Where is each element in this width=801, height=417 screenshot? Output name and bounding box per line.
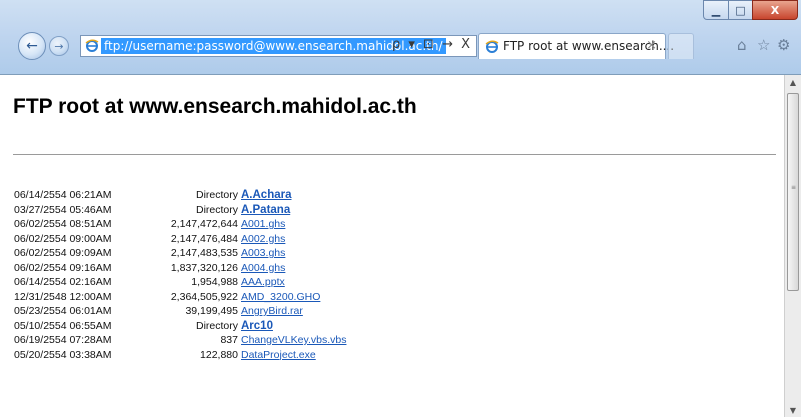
entry-link[interactable]: Arc10 [241,319,273,334]
browser-chrome: ▁ □ X ← → ftp://username:password@www.en… [0,0,801,75]
horizontal-rule [13,154,776,155]
page-title: FTP root at www.ensearch.mahidol.ac.th [13,95,417,118]
entry-date: 06/14/2554 02:16AM [14,276,112,288]
entry-link[interactable]: A003.ghs [241,246,285,261]
entry-date: 05/23/2554 06:01AM [14,305,112,317]
entry-date: 06/19/2554 07:28AM [14,334,112,346]
entry-link[interactable]: AMD_3200.GHO [241,290,320,305]
entry-date: 06/02/2554 08:51AM [14,218,112,230]
toolbar-icons: ⌂ ☆ ⚙ [737,36,797,56]
forward-button[interactable]: → [49,36,69,56]
entry-size: 1,954,988 [191,276,238,288]
entry-date: 06/14/2554 06:21AM [14,189,112,201]
back-arrow-icon: ← [26,38,38,54]
entry-size: 2,364,505,922 [170,290,238,303]
entry-size: 2,147,476,484 [170,232,238,245]
ie-page-icon [85,39,99,52]
entry-link[interactable]: A004.ghs [241,261,285,276]
forward-arrow-icon: → [54,39,64,53]
entry-size: 1,837,320,126 [170,261,238,274]
entry-size: Directory [195,189,238,201]
minimize-button[interactable]: ▁ [703,0,729,20]
entry-date: 06/02/2554 09:09AM [14,247,112,259]
entry-size: Directory [195,319,238,332]
entry-link[interactable]: AAA.pptx [241,275,285,290]
tab-ftp-root[interactable]: FTP root at www.ensearch.... × [478,33,674,59]
entry-date: 06/02/2554 09:16AM [14,261,112,274]
ie-tab-icon [485,40,499,53]
vertical-scrollbar[interactable]: ▲ ≡ ▼ [784,75,801,417]
maximize-button[interactable]: □ [728,0,753,20]
entry-date: 05/10/2554 06:55AM [14,319,112,332]
scroll-down-arrow-icon[interactable]: ▼ [785,403,801,417]
address-bar[interactable]: ftp://username:password@www.ensearch.mah… [80,35,477,57]
entry-link[interactable]: A.Patana [241,203,290,218]
entry-date: 05/20/2554 03:38AM [14,348,112,361]
grip-icon: ≡ [791,184,797,191]
entry-date: 03/27/2554 05:46AM [14,203,112,216]
entry-size: 39,199,495 [185,305,238,317]
entry-link[interactable]: A002.ghs [241,232,285,247]
address-tools-search-refresh-stop[interactable]: ρ ▾ ⊡ → X [392,37,472,52]
scroll-thumb[interactable]: ≡ [787,93,799,291]
entry-date: 06/02/2554 09:00AM [14,232,112,245]
entry-size: 2,147,472,644 [170,218,238,230]
entry-link[interactable]: A.Achara [241,188,292,203]
entry-size: 837 [220,334,238,346]
entry-size: 2,147,483,535 [170,247,238,259]
entry-link[interactable]: DataProject.exe [241,348,316,363]
entry-link[interactable]: A001.ghs [241,217,285,232]
home-icon[interactable]: ⌂ [737,36,747,54]
tools-gear-icon[interactable]: ⚙ [777,36,790,54]
entry-size: 122,880 [200,348,238,361]
close-window-button[interactable]: X [752,0,798,20]
entry-link[interactable]: AngryBird.rar [241,304,303,319]
favorites-star-icon[interactable]: ☆ [757,36,770,54]
page-content: FTP root at www.ensearch.mahidol.ac.th 0… [4,75,784,417]
scroll-up-arrow-icon[interactable]: ▲ [785,75,801,89]
back-button[interactable]: ← [18,32,46,60]
entry-size: Directory [195,203,238,216]
entry-link[interactable]: ChangeVLKey.vbs.vbs [241,333,346,348]
browser-window: ▁ □ X ← → ftp://username:password@www.en… [0,0,801,417]
new-tab-button[interactable] [668,33,694,59]
entry-date: 12/31/2548 12:00AM [14,290,112,303]
tab-close-icon[interactable]: × [646,38,657,53]
